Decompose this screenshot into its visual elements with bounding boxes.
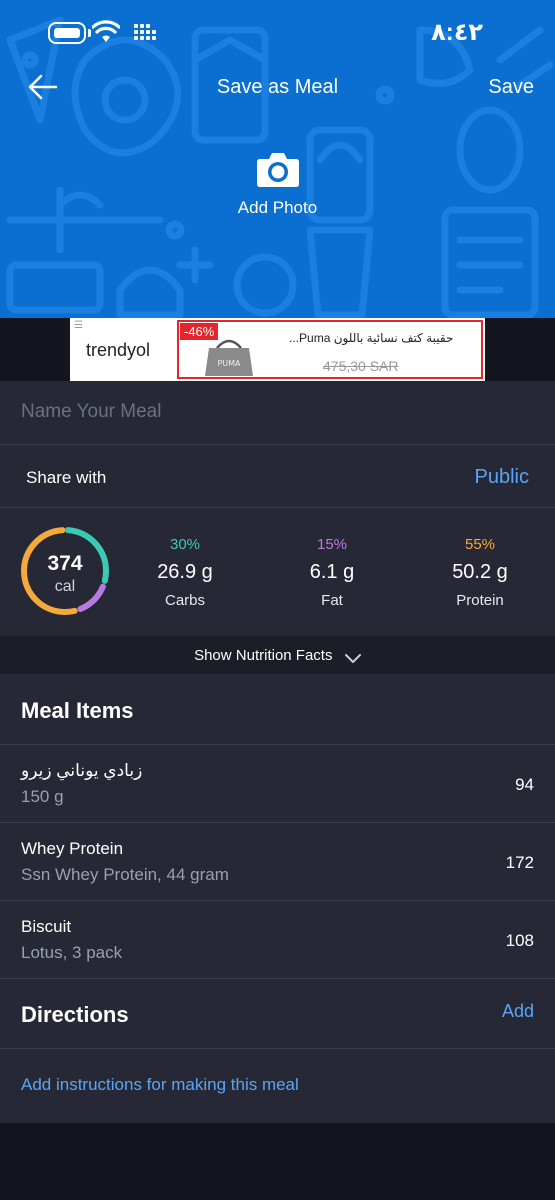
- ad-product-box[interactable]: PUMA -46% حقيبة كتف نسائية باللون Puma..…: [177, 320, 483, 379]
- ad-banner[interactable]: ☰ trendyol PUMA -46% حقيبة كتف نسائية با…: [70, 318, 485, 381]
- show-nutrition-facts-button[interactable]: Show Nutrition Facts: [0, 636, 555, 674]
- meal-form-panel: Share with Public 374 cal 30% 26.9 g Car…: [0, 381, 555, 636]
- nutrition-summary: 374 cal 30% 26.9 g Carbs 15% 6.1 g Fat 5…: [0, 508, 555, 636]
- calories-value: 374: [47, 552, 83, 575]
- calories-unit: cal: [54, 578, 76, 595]
- nutrition-facts-label: Show Nutrition Facts: [194, 647, 333, 664]
- handbag-image: PUMA: [205, 339, 253, 376]
- status-time: ٨:٤٢: [431, 19, 483, 46]
- battery-icon: [48, 22, 86, 44]
- fat-percent: 15%: [316, 536, 348, 553]
- meal-item-detail: Ssn Whey Protein, 44 gram: [21, 865, 229, 884]
- meal-item-detail: 150 g: [21, 787, 64, 806]
- header-hero: ٨:٤٢ Save as Meal Save Add Photo: [0, 0, 555, 318]
- meal-item-name: Biscuit: [21, 917, 72, 936]
- ad-product-title: حقيبة كتف نسائية باللون Puma...: [289, 331, 454, 345]
- meal-item-row[interactable]: Whey Protein Ssn Whey Protein, 44 gram 1…: [0, 823, 555, 901]
- discount-badge: -46%: [180, 323, 219, 340]
- protein-percent: 55%: [464, 536, 496, 553]
- wifi-icon: [92, 20, 120, 42]
- cellular-signal-icon: [134, 24, 156, 40]
- add-directions-button[interactable]: Add: [502, 1001, 534, 1022]
- meal-item-row[interactable]: زبادي يوناني زيرو 150 g 94: [0, 745, 555, 823]
- protein-label: Protein: [456, 592, 504, 609]
- meal-name-input[interactable]: [21, 401, 521, 423]
- share-visibility-value[interactable]: Public: [475, 466, 529, 489]
- meal-item-name: Whey Protein: [21, 839, 124, 858]
- carbs-percent: 30%: [169, 536, 201, 553]
- macro-fat: 15% 6.1 g Fat: [272, 536, 392, 609]
- meal-item-calories: 172: [505, 853, 534, 872]
- macro-protein: 55% 50.2 g Protein: [420, 536, 540, 609]
- meal-item-row[interactable]: Biscuit Lotus, 3 pack 108: [0, 901, 555, 979]
- chevron-down-icon: [344, 653, 361, 663]
- meal-items-header: Meal Items: [0, 674, 555, 745]
- camera-icon: [256, 153, 299, 187]
- meal-name-row: [0, 381, 555, 445]
- ad-menu-icon[interactable]: ☰: [74, 320, 83, 331]
- add-instructions-link[interactable]: Add instructions for making this meal: [21, 1075, 299, 1095]
- meal-items-title: Meal Items: [21, 698, 134, 723]
- add-photo-label: Add Photo: [237, 198, 318, 217]
- directions-title: Directions: [21, 1002, 129, 1027]
- ad-price: 475,30 SAR: [323, 358, 399, 374]
- share-row[interactable]: Share with Public: [0, 445, 555, 508]
- meal-item-calories: 94: [515, 775, 534, 794]
- ad-brand: trendyol: [86, 340, 151, 360]
- status-bar: ٨:٤٢: [0, 0, 555, 62]
- nav-bar: Save as Meal Save: [0, 62, 555, 112]
- meal-items-panel: Meal Items زبادي يوناني زيرو 150 g 94 Wh…: [0, 674, 555, 1123]
- directions-header: Directions Add: [0, 979, 555, 1049]
- carbs-label: Carbs: [164, 592, 205, 609]
- fat-label: Fat: [321, 592, 343, 609]
- meal-item-detail: Lotus, 3 pack: [21, 943, 123, 962]
- protein-value: 50.2 g: [452, 561, 508, 583]
- add-photo-button[interactable]: Add Photo: [220, 150, 335, 230]
- page-title: Save as Meal: [216, 76, 339, 98]
- directions-row: Add instructions for making this meal: [0, 1049, 555, 1123]
- save-button[interactable]: Save: [488, 76, 534, 99]
- carbs-value: 26.9 g: [157, 561, 213, 583]
- meal-item-name: زبادي يوناني زيرو: [21, 761, 143, 780]
- svg-text:PUMA: PUMA: [217, 359, 241, 368]
- meal-item-calories: 108: [505, 931, 534, 950]
- share-label: Share with: [26, 468, 107, 487]
- macro-carbs: 30% 26.9 g Carbs: [125, 536, 245, 609]
- fat-value: 6.1 g: [309, 561, 355, 583]
